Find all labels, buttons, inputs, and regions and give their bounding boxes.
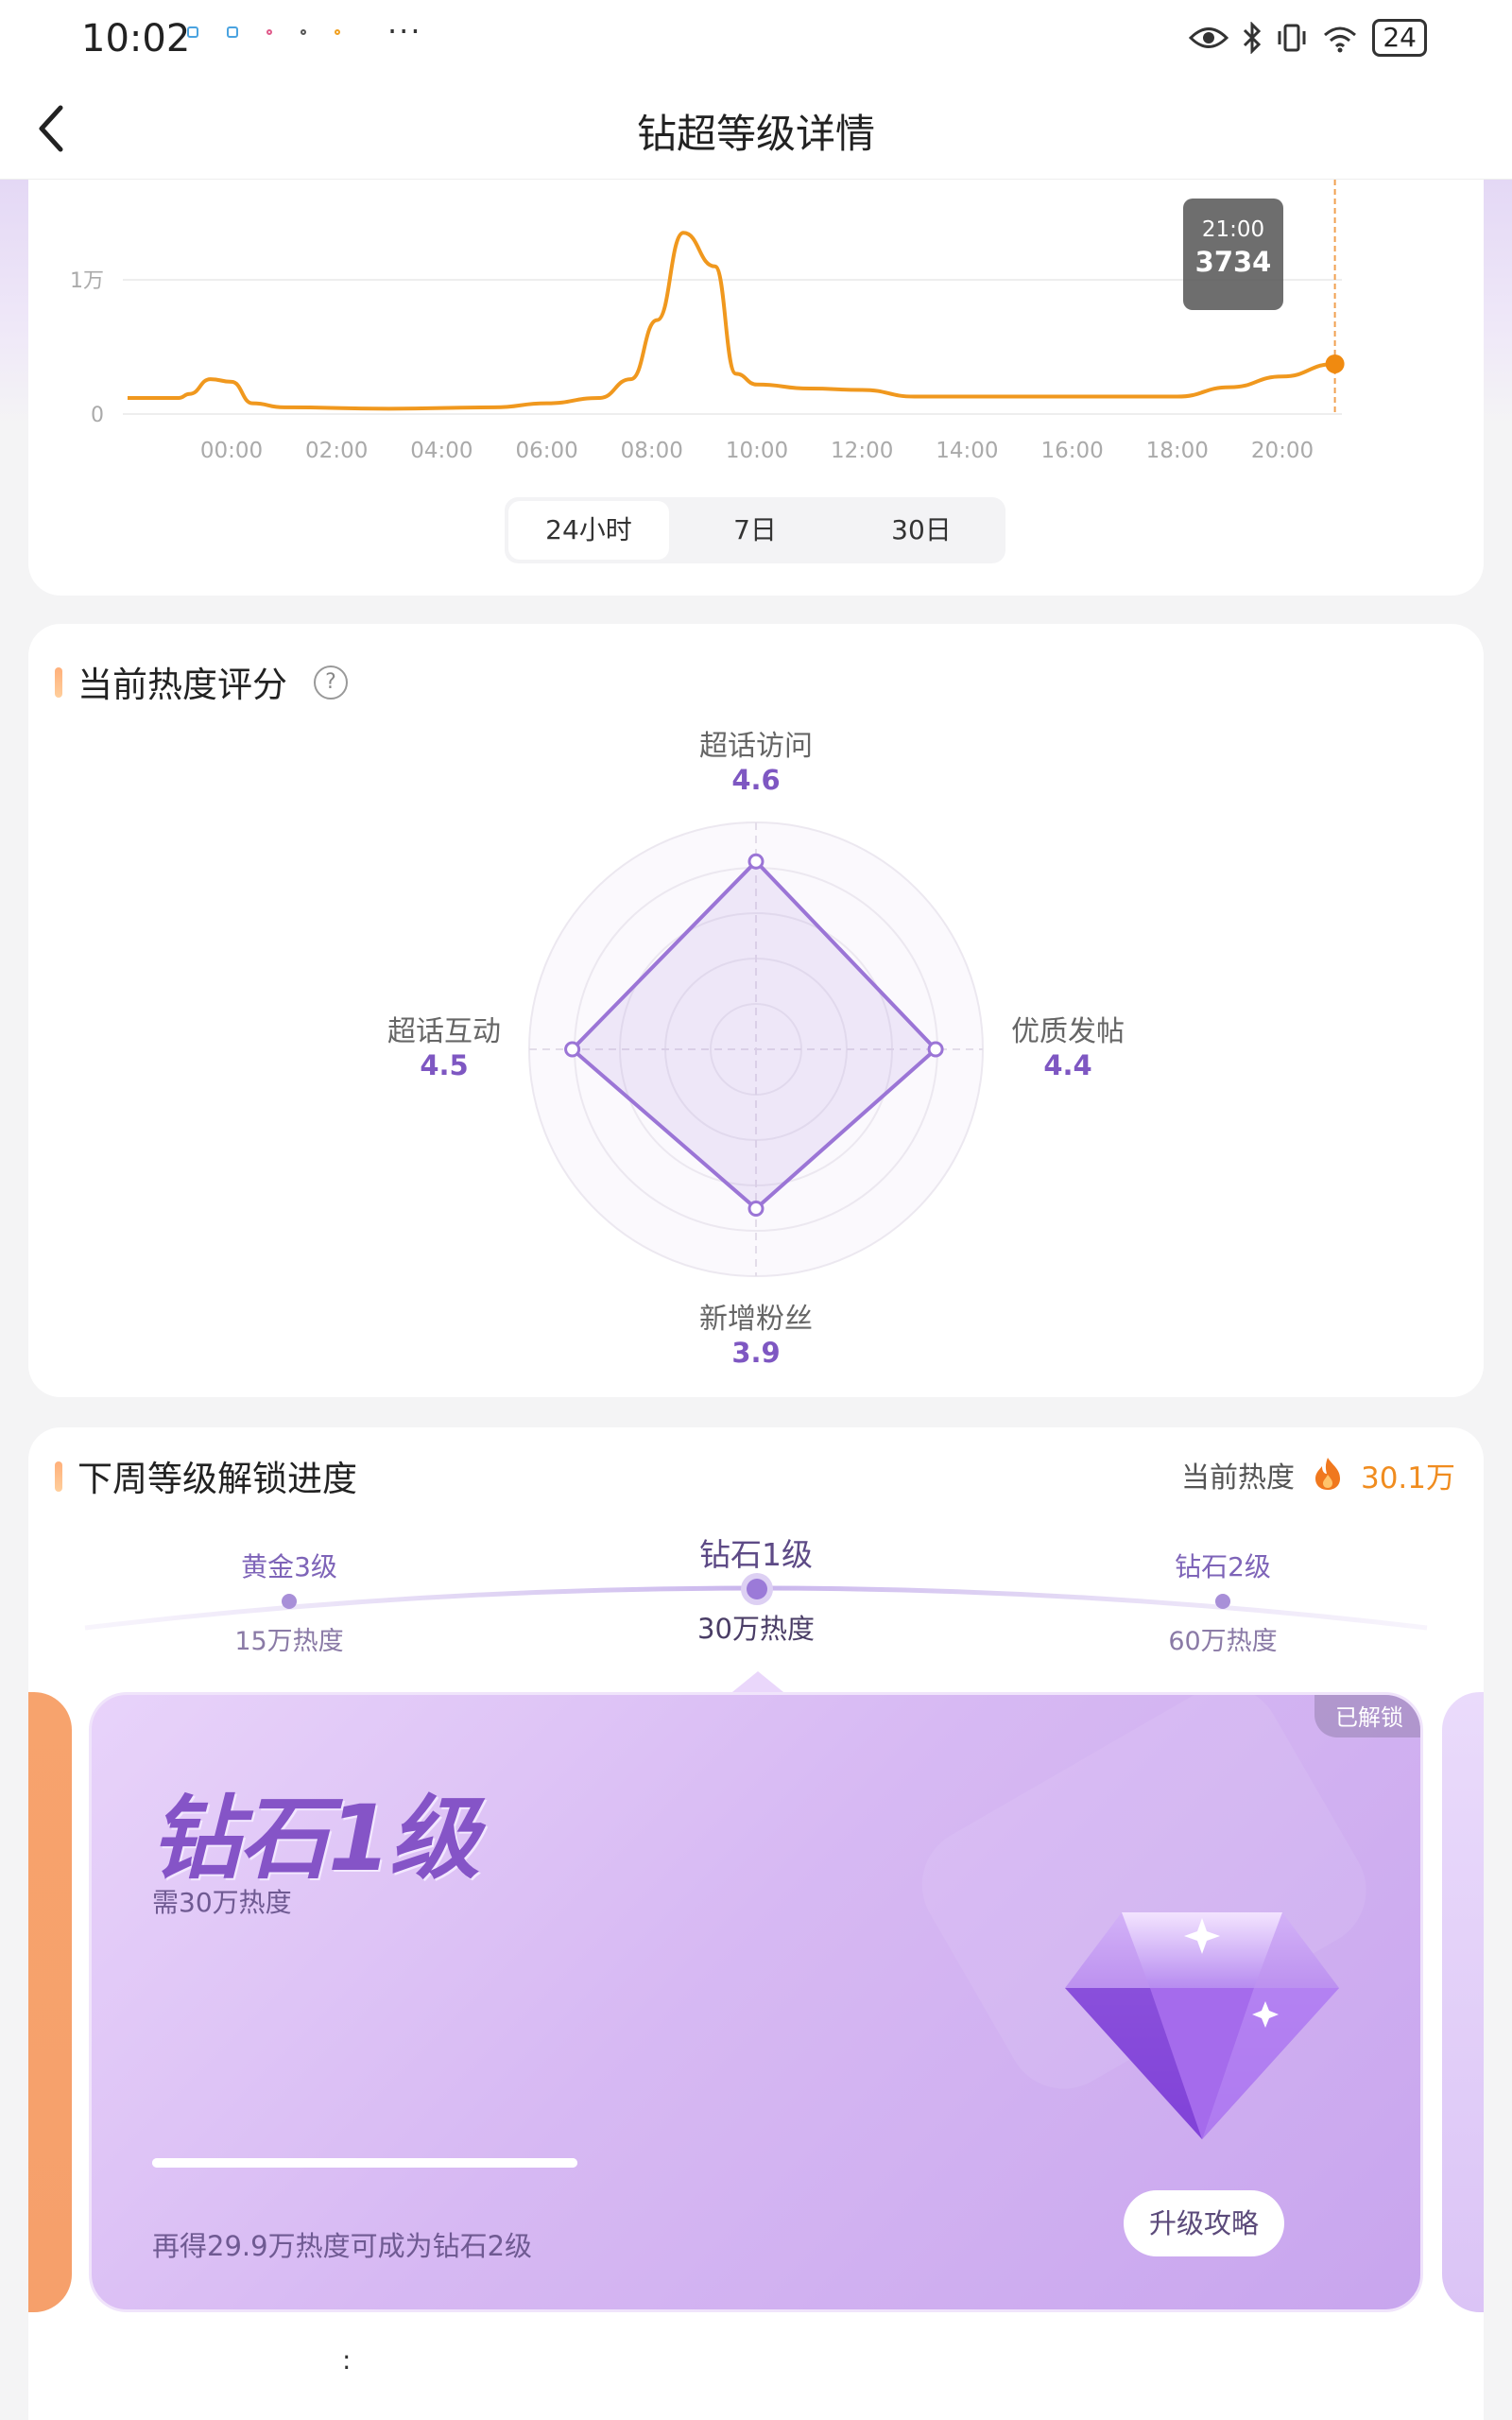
current-heat-label: 当前热度 xyxy=(1181,1461,1295,1495)
notification-icon xyxy=(187,26,198,38)
radar-point xyxy=(747,1200,765,1217)
bluetooth-icon xyxy=(1244,22,1262,54)
radar-axis-name: 新增粉丝 xyxy=(699,1303,813,1336)
level-section-title: 下周等级解锁进度 xyxy=(77,1459,357,1499)
x-tick-label: 20:00 xyxy=(1251,439,1314,463)
section-accent-bar xyxy=(55,1461,62,1492)
level-progress-fill xyxy=(152,2158,577,2168)
notification-icons xyxy=(187,26,340,38)
radar-axis-name: 超话互动 xyxy=(387,1015,501,1048)
level-req-diamond2: 60万热度 xyxy=(1168,1627,1278,1656)
x-tick-label: 00:00 xyxy=(200,439,263,463)
radar-point xyxy=(927,1041,944,1058)
vibrate-icon xyxy=(1278,24,1306,52)
radar-axis-name: 优质发帖 xyxy=(1011,1015,1125,1048)
eye-icon xyxy=(1189,27,1229,48)
radar-point xyxy=(747,853,765,870)
prev-level-card[interactable] xyxy=(28,1692,72,2312)
radar-label-interaction: 超话互动 4.5 xyxy=(340,1008,548,1081)
radar-axis-value: 3.9 xyxy=(731,1337,781,1369)
current-heat-value: 30.1万 xyxy=(1360,1461,1455,1495)
y-tick-label: 1万 xyxy=(70,269,104,293)
notification-icon xyxy=(335,29,340,35)
page-title: 钻超等级详情 xyxy=(636,111,875,157)
level-card-title: 钻石1级 xyxy=(150,1786,480,1892)
level-req-gold3: 15万热度 xyxy=(234,1627,344,1656)
level-upgrade-hint: 再得29.9万热度可成为钻石2级 xyxy=(152,2230,533,2262)
radar-label-fans: 新增粉丝 3.9 xyxy=(652,1295,860,1369)
level-dot-diamond1[interactable] xyxy=(747,1579,767,1599)
x-tick-label: 10:00 xyxy=(726,439,788,463)
diamond-icon xyxy=(1065,1912,1339,2139)
level-req-diamond1: 30万热度 xyxy=(697,1613,815,1645)
y-tick-label: 0 xyxy=(91,404,104,427)
current-point xyxy=(1325,354,1345,373)
chart-tooltip: 21:00 3734 xyxy=(1183,199,1283,310)
x-tick-label: 16:00 xyxy=(1040,439,1103,463)
status-bar: 10:02 ··· 24 xyxy=(0,0,1512,79)
level-dot-diamond2[interactable] xyxy=(1215,1594,1230,1609)
radar-label-visits: 超话访问 4.6 xyxy=(652,722,860,796)
level-name-diamond2[interactable]: 钻石2级 xyxy=(1119,1547,1327,1584)
status-time: 10:02 xyxy=(81,17,191,60)
fire-icon xyxy=(1315,1458,1340,1490)
x-tick-label: 04:00 xyxy=(410,439,472,463)
range-tabs: 24小时 7日 30日 xyxy=(505,497,1005,563)
tab-24h[interactable]: 24小时 xyxy=(508,501,669,560)
radar-point xyxy=(564,1041,581,1058)
level-progress-bar xyxy=(152,2158,577,2168)
tooltip-value: 3734 xyxy=(1194,246,1272,278)
level-detail-card[interactable]: 已解锁 钻石1级 需30万热度 再得29.9万热度可成为钻石2级 升级攻略 xyxy=(89,1692,1423,2312)
tab-30d[interactable]: 30日 xyxy=(841,501,1002,560)
x-tick-label: 12:00 xyxy=(831,439,893,463)
level-name-diamond1[interactable]: 钻石1级 xyxy=(652,1530,860,1575)
level-dot-gold3[interactable] xyxy=(282,1594,297,1609)
next-level-card[interactable] xyxy=(1442,1692,1484,2312)
x-tick-label: 06:00 xyxy=(515,439,577,463)
tooltip-time: 21:00 xyxy=(1201,217,1265,242)
status-icons: 24 xyxy=(1189,19,1427,57)
nav-bar: 钻超等级详情 xyxy=(0,79,1512,180)
wifi-icon xyxy=(1324,26,1357,53)
upgrade-guide-button[interactable]: 升级攻略 xyxy=(1124,2190,1284,2256)
battery-icon: 24 xyxy=(1372,19,1427,57)
more-notifications: ··· xyxy=(387,13,422,49)
trend-line xyxy=(128,231,1335,411)
radar-axis-value: 4.5 xyxy=(420,1049,469,1081)
radar-axis-value: 4.6 xyxy=(731,764,781,796)
radar-axis-value: 4.4 xyxy=(1043,1049,1092,1081)
trend-chart-card: 0 1万 00:00 02:00 04:00 06:00 08:00 10:00 12:00 14… xyxy=(28,180,1484,596)
notification-icon xyxy=(266,29,272,35)
tab-7d[interactable]: 7日 xyxy=(675,501,835,560)
x-tick-label: 14:00 xyxy=(936,439,998,463)
notification-icon xyxy=(227,26,238,38)
score-card: 当前热度评分 ? 超话访问 4.6 优质发帖 4.4 新增粉丝 3.9 超话互动 4.5 xyxy=(28,624,1484,1397)
x-tick-label: 18:00 xyxy=(1146,439,1209,463)
notification-icon xyxy=(301,29,306,35)
unlocked-badge: 已解锁 xyxy=(1314,1695,1420,1737)
level-card-requirement: 需30万热度 xyxy=(152,1887,292,1918)
x-tick-label: 02:00 xyxy=(305,439,368,463)
x-tick-label: 08:00 xyxy=(621,439,683,463)
radar-axis-name: 超话访问 xyxy=(699,730,813,763)
radar-label-posts: 优质发帖 4.4 xyxy=(964,1008,1172,1081)
partial-text: : xyxy=(342,2344,352,2376)
level-name-gold3[interactable]: 黄金3级 xyxy=(185,1547,393,1584)
